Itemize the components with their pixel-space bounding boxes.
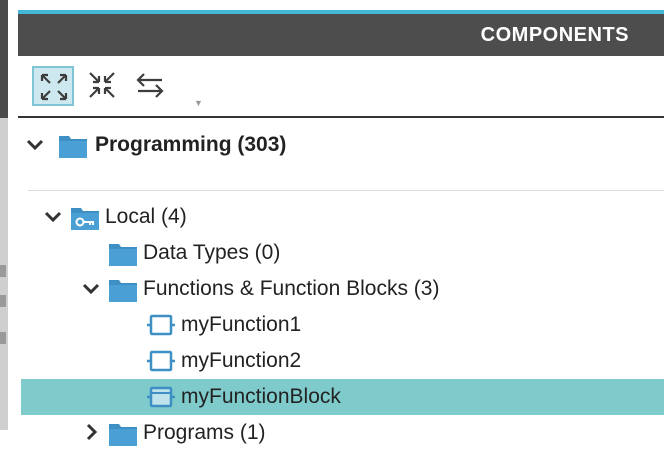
left-panel-header — [0, 0, 8, 135]
tree-node-label: Local (4) — [105, 205, 187, 228]
tree-node-local[interactable]: Local (4) — [18, 199, 664, 235]
tree-node-functions[interactable]: Functions & Function Blocks (3) — [18, 271, 664, 307]
toolbar: ▼ — [18, 57, 664, 117]
collapse-all-button[interactable] — [82, 66, 124, 106]
folder-icon — [109, 244, 137, 266]
components-panel: COMPONENTS ▼ Programming (303) Local (4)… — [18, 0, 664, 446]
swap-arrows-icon — [136, 73, 164, 98]
tree-node-label: Data Types (0) — [143, 241, 281, 264]
folder-icon — [59, 136, 87, 158]
tree-node-label: myFunction1 — [181, 313, 302, 336]
tree-node-myfunction1[interactable]: myFunction1 — [18, 307, 664, 343]
tree-node-data-types[interactable]: Data Types (0) — [18, 235, 664, 271]
tree-separator — [28, 190, 664, 191]
chevron-down-icon[interactable] — [80, 277, 102, 299]
folder-icon — [109, 280, 137, 302]
tree-node-myfunction2[interactable]: myFunction2 — [18, 343, 664, 379]
tree-node-label: Programs (1) — [143, 421, 266, 444]
function-icon — [147, 350, 175, 372]
folder-icon — [109, 424, 137, 446]
tree-node-label: myFunctionBlock — [181, 385, 341, 408]
function-block-icon — [147, 386, 175, 408]
tree-node-label: Functions & Function Blocks (3) — [143, 277, 440, 300]
collapse-arrows-icon — [89, 72, 115, 98]
left-panel-marker — [0, 295, 6, 307]
left-panel-edge — [0, 0, 18, 430]
left-panel-marker — [0, 265, 6, 277]
chevron-down-icon[interactable] — [42, 205, 64, 227]
expand-all-button[interactable] — [32, 66, 74, 106]
toolbar-overflow-caret-icon[interactable]: ▼ — [194, 98, 203, 108]
panel-header: COMPONENTS — [18, 14, 664, 56]
function-icon — [147, 314, 175, 336]
expand-arrows-icon — [40, 73, 68, 101]
tree-node-label: Programming (303) — [95, 133, 287, 156]
tree-node-myfunctionblock[interactable]: myFunctionBlock — [21, 379, 664, 415]
tree-node-programs[interactable]: Programs (1) — [18, 415, 664, 451]
swap-button[interactable] — [130, 66, 172, 106]
local-library-icon — [71, 208, 99, 230]
tree-node-label: myFunction2 — [181, 349, 302, 372]
panel-title: COMPONENTS — [480, 24, 629, 46]
tree-node-programming[interactable]: Programming (303) — [18, 127, 664, 163]
chevron-down-icon[interactable] — [24, 133, 46, 155]
chevron-right-icon[interactable] — [80, 421, 102, 443]
component-tree: Programming (303) Local (4) Data Types (… — [18, 118, 664, 446]
left-panel-marker — [0, 332, 6, 344]
